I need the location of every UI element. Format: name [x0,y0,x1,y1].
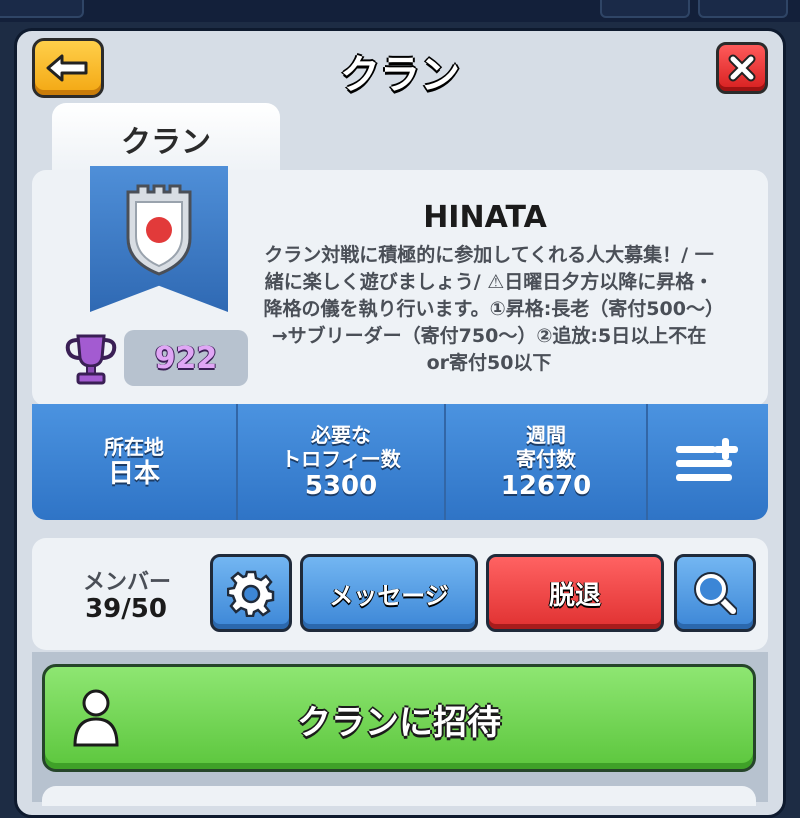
clan-stats-bar: 所在地 日本 必要な トロフィー数 5300 週間 寄付数 12670 [32,404,768,520]
search-icon [694,572,737,615]
invite-to-clan-button[interactable]: クランに招待 [42,664,756,772]
members-label: メンバー [82,570,171,595]
stat-weekly-donations: 週間 寄付数 12670 [446,404,646,520]
clan-badge-icon [126,184,192,276]
header: クラン [18,32,782,102]
close-button[interactable] [716,42,768,94]
list-item [42,786,756,806]
stat-location-label: 所在地 [104,435,164,459]
trophy-icon [65,334,117,385]
top-bar-segment [698,0,788,18]
leave-button[interactable]: 脱退 [486,554,664,632]
clan-trophy-count: 922 [124,330,248,386]
background-top-bar [0,0,800,22]
tab-clan[interactable]: クラン [52,103,280,175]
stat-required-value: 5300 [304,471,378,501]
search-button[interactable] [674,554,756,632]
page-title: クラン [340,52,460,98]
stat-required-label-2: トロフィー数 [281,447,401,471]
stat-donations-label-1: 週間 [526,423,566,447]
invite-label: クランに招待 [297,703,501,743]
clan-description: クラン対戦に積極的に参加してくれる人大募集！/ 一緒に楽しく遊びましょう/ ⚠日… [263,244,715,374]
gear-icon [227,570,275,617]
stat-location-value: 日本 [107,459,160,489]
stat-location: 所在地 日本 [32,404,236,520]
settings-button[interactable] [210,554,292,632]
stat-required-label-1: 必要な [311,423,371,447]
filter-add-button[interactable] [648,404,768,520]
top-bar-segment [0,0,84,18]
close-icon [728,54,756,82]
top-bar-segment [600,0,690,18]
stat-required-trophies: 必要な トロフィー数 5300 [238,404,444,520]
filter-add-icon [676,438,738,481]
stat-donations-label-2: 寄付数 [516,447,576,471]
clan-name: HINATA [423,200,547,235]
stat-donations-value: 12670 [500,471,592,501]
message-button[interactable]: メッセージ [300,554,478,632]
members-count: 39/50 [85,594,167,624]
